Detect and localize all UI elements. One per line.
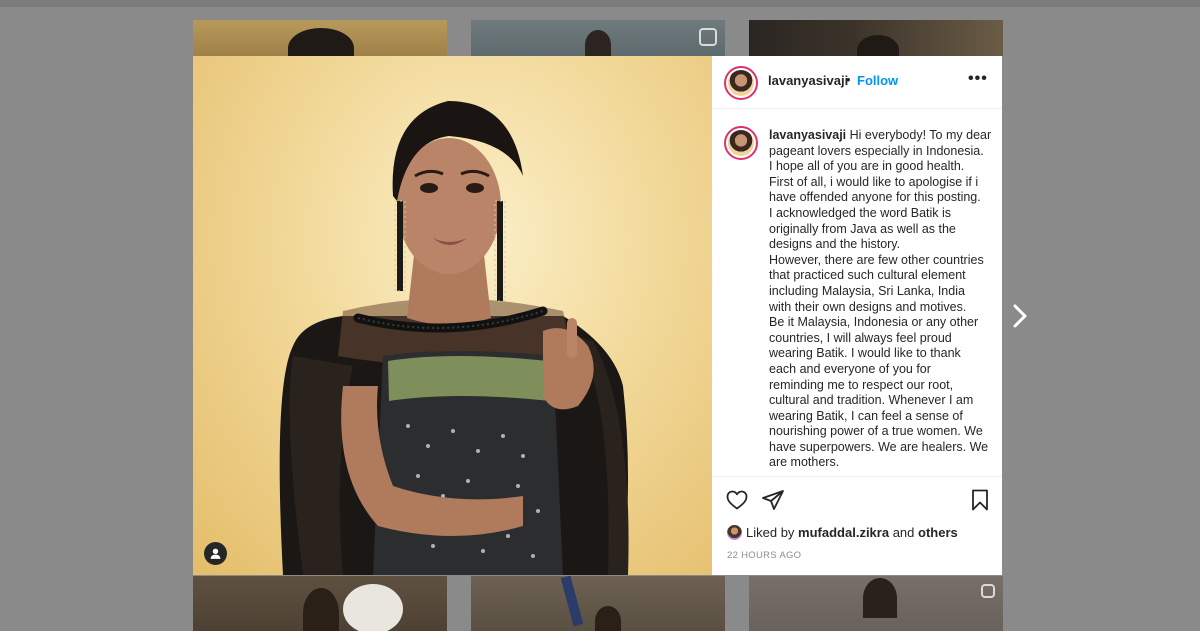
caption-avatar[interactable] <box>724 126 758 160</box>
caption-line: pageant lovers especially in Indonesia. <box>769 143 984 158</box>
caption-line: that practiced such cultural element <box>769 268 966 283</box>
caption-line: have offended anyone for this posting. <box>769 190 981 205</box>
caption-line: First of all, i would like to apologise … <box>769 174 979 189</box>
heart-icon[interactable] <box>725 488 749 512</box>
caption-line: including Malaysia, Sri Lanka, India <box>769 283 965 298</box>
caption-line: However, there are few other countries <box>769 252 984 267</box>
caption-line: cultural and tradition. Whenever I am <box>769 393 974 408</box>
caption-line: with their own designs and motives. <box>769 299 967 314</box>
caption-username[interactable]: lavanyasivaji <box>769 128 846 142</box>
grid-thumbnail[interactable] <box>749 20 1003 56</box>
caption-line: Be it Malaysia, Indonesia or any other <box>769 315 979 330</box>
caption-line: are mothers. <box>769 455 840 470</box>
thumbnail-figure <box>585 30 611 56</box>
caption-line: reminding me to respect our root, <box>769 377 954 392</box>
grid-thumbnail[interactable] <box>471 576 725 631</box>
caption-line: wearing Batik. I would like to thank <box>769 346 961 361</box>
portrait-illustration <box>279 101 629 575</box>
liker-username[interactable]: mufaddal.zikra <box>798 525 889 540</box>
more-horizontal-icon[interactable]: ••• <box>968 70 988 88</box>
post-modal: lavanyasivaji • Follow ••• lavanyasivaji… <box>193 56 1002 575</box>
follow-button[interactable]: Follow <box>857 73 898 88</box>
post-header: lavanyasivaji • Follow ••• <box>712 56 1002 109</box>
header-separator: • <box>846 72 851 87</box>
likes-prefix: Liked by <box>746 525 795 540</box>
reel-icon <box>699 28 717 46</box>
chevron-right-icon[interactable] <box>1008 302 1032 330</box>
author-username[interactable]: lavanyasivaji <box>768 73 848 88</box>
grid-thumbnail[interactable] <box>749 576 1003 631</box>
paper-plane-icon[interactable] <box>761 488 785 512</box>
grid-thumbnail[interactable] <box>193 576 447 631</box>
caption-line: wearing Batik, I can feel a sense of <box>769 408 963 423</box>
thumbnail-arm <box>560 576 584 627</box>
caption-line: I acknowledged the word Batik is <box>769 205 952 220</box>
thumbnail-figure <box>288 28 354 56</box>
user-tag-icon <box>210 548 221 559</box>
likes-others-link[interactable]: others <box>918 525 958 540</box>
post-timestamp[interactable]: 22 HOURS AGO <box>727 550 801 561</box>
post-photo[interactable] <box>193 56 712 575</box>
author-avatar[interactable] <box>724 66 758 100</box>
caption-line: lavanyasivaji Hi everybody! To my dear <box>769 128 992 142</box>
carousel-icon <box>981 584 995 598</box>
post-actions: Liked by mufaddal.zikra and others 22 HO… <box>712 476 1002 576</box>
grid-thumbnail[interactable] <box>193 20 447 56</box>
browser-top-edge <box>0 0 1200 7</box>
thumbnail-flower <box>343 584 403 631</box>
bookmark-icon[interactable] <box>968 488 992 512</box>
likes-conjunction: and <box>892 525 915 540</box>
caption-line: I hope all of you are in good health. <box>769 159 965 174</box>
caption-line: originally from Java as well as the <box>769 221 956 236</box>
thumbnail-figure <box>863 578 897 618</box>
tagged-users-button[interactable] <box>204 542 227 565</box>
grid-thumbnail[interactable] <box>471 20 725 56</box>
likes-summary: Liked by mufaddal.zikra and others <box>727 525 958 540</box>
caption-line: nourishing power of a true women. We <box>769 424 983 439</box>
caption-line: designs and the history. <box>769 237 901 252</box>
liker-avatar <box>727 525 742 540</box>
thumbnail-figure <box>857 35 899 56</box>
caption-line: countries, I will always feel proud <box>769 330 952 345</box>
caption-line: each and everyone of you for <box>769 361 931 376</box>
thumbnail-figure <box>595 606 621 631</box>
caption-line: have superpowers. We are healers. We <box>769 439 989 454</box>
post-side-panel: lavanyasivaji • Follow ••• lavanyasivaji… <box>712 56 1002 575</box>
post-caption: lavanyasivaji Hi everybody! To my dear p… <box>769 128 991 471</box>
thumbnail-figure <box>303 588 339 631</box>
